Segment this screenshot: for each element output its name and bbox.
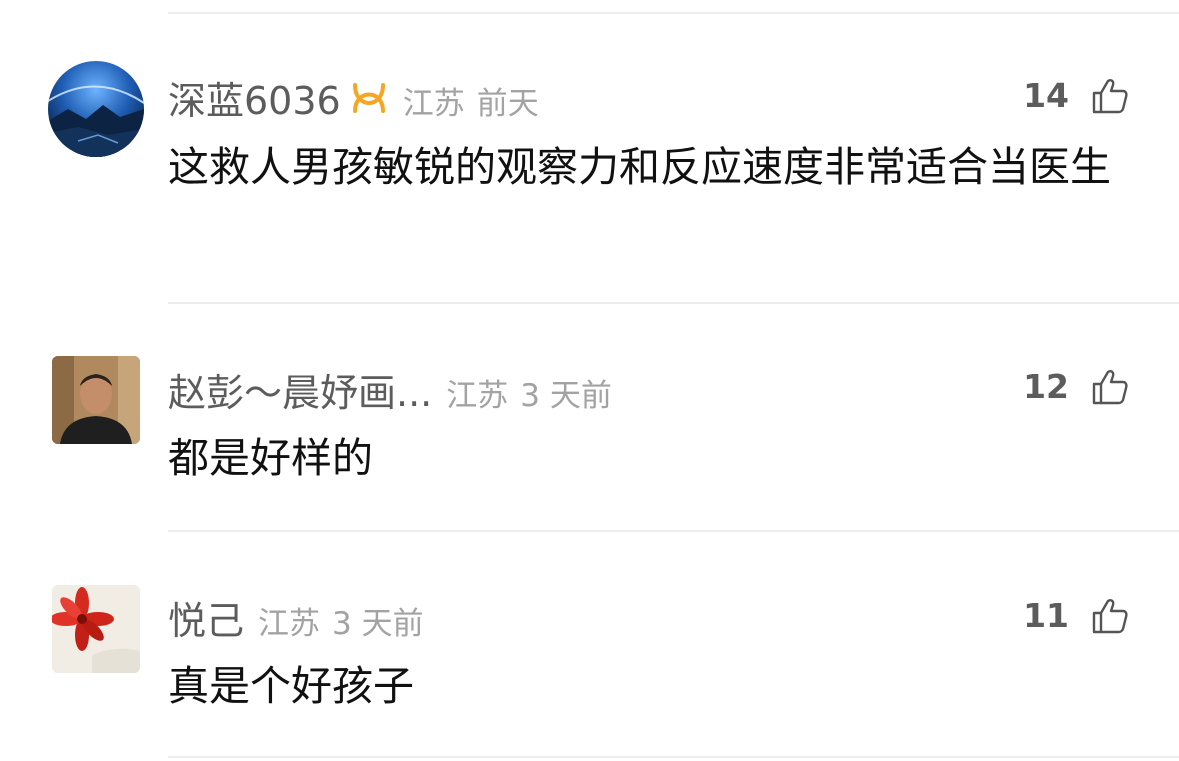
thumbs-up-icon[interactable]: [1091, 368, 1129, 406]
vip-infinity-badge-icon: [349, 79, 389, 117]
comment-feed: 深蓝6036 江苏 前天 14 这救人男孩敏锐的观察力和反应速度非常适合当医生: [0, 0, 1179, 761]
red-flower-avatar-image: [52, 585, 140, 673]
like-count: 12: [1023, 367, 1069, 406]
comment-meta: 赵彭～晨妤画... 江苏 3 天前: [168, 362, 612, 417]
night-sky-avatar-image: [48, 61, 144, 157]
comment-text: 真是个好孩子: [168, 662, 414, 710]
like-button[interactable]: 11: [1023, 596, 1129, 635]
comment-text: 这救人男孩敏锐的观察力和反应速度非常适合当医生: [168, 143, 1111, 191]
avatar[interactable]: [52, 585, 140, 673]
man-portrait-avatar-image: [52, 356, 140, 444]
username[interactable]: 赵彭～晨妤画...: [168, 362, 432, 417]
comment-meta: 深蓝6036 江苏 前天: [168, 70, 539, 125]
divider: [168, 12, 1179, 14]
like-button[interactable]: 12: [1023, 367, 1129, 406]
thumbs-up-icon[interactable]: [1091, 77, 1129, 115]
thumbs-up-icon[interactable]: [1091, 597, 1129, 635]
divider: [168, 530, 1179, 532]
like-count: 14: [1023, 76, 1069, 115]
like-button[interactable]: 14: [1023, 76, 1129, 115]
comment-text: 都是好样的: [168, 434, 373, 482]
avatar[interactable]: [52, 356, 140, 444]
comment-meta: 悦己 江苏 3 天前: [168, 590, 424, 645]
like-count: 11: [1023, 596, 1069, 635]
username[interactable]: 深蓝6036: [168, 70, 341, 125]
divider: [168, 756, 1179, 758]
timestamp: 前天: [476, 86, 539, 122]
location: 江苏: [446, 378, 509, 414]
location: 江苏: [258, 606, 321, 642]
username[interactable]: 悦己: [168, 590, 244, 645]
timestamp: 3 天前: [520, 378, 612, 414]
location: 江苏: [402, 86, 465, 122]
timestamp: 3 天前: [332, 606, 424, 642]
avatar[interactable]: [48, 61, 144, 157]
divider: [168, 302, 1179, 304]
